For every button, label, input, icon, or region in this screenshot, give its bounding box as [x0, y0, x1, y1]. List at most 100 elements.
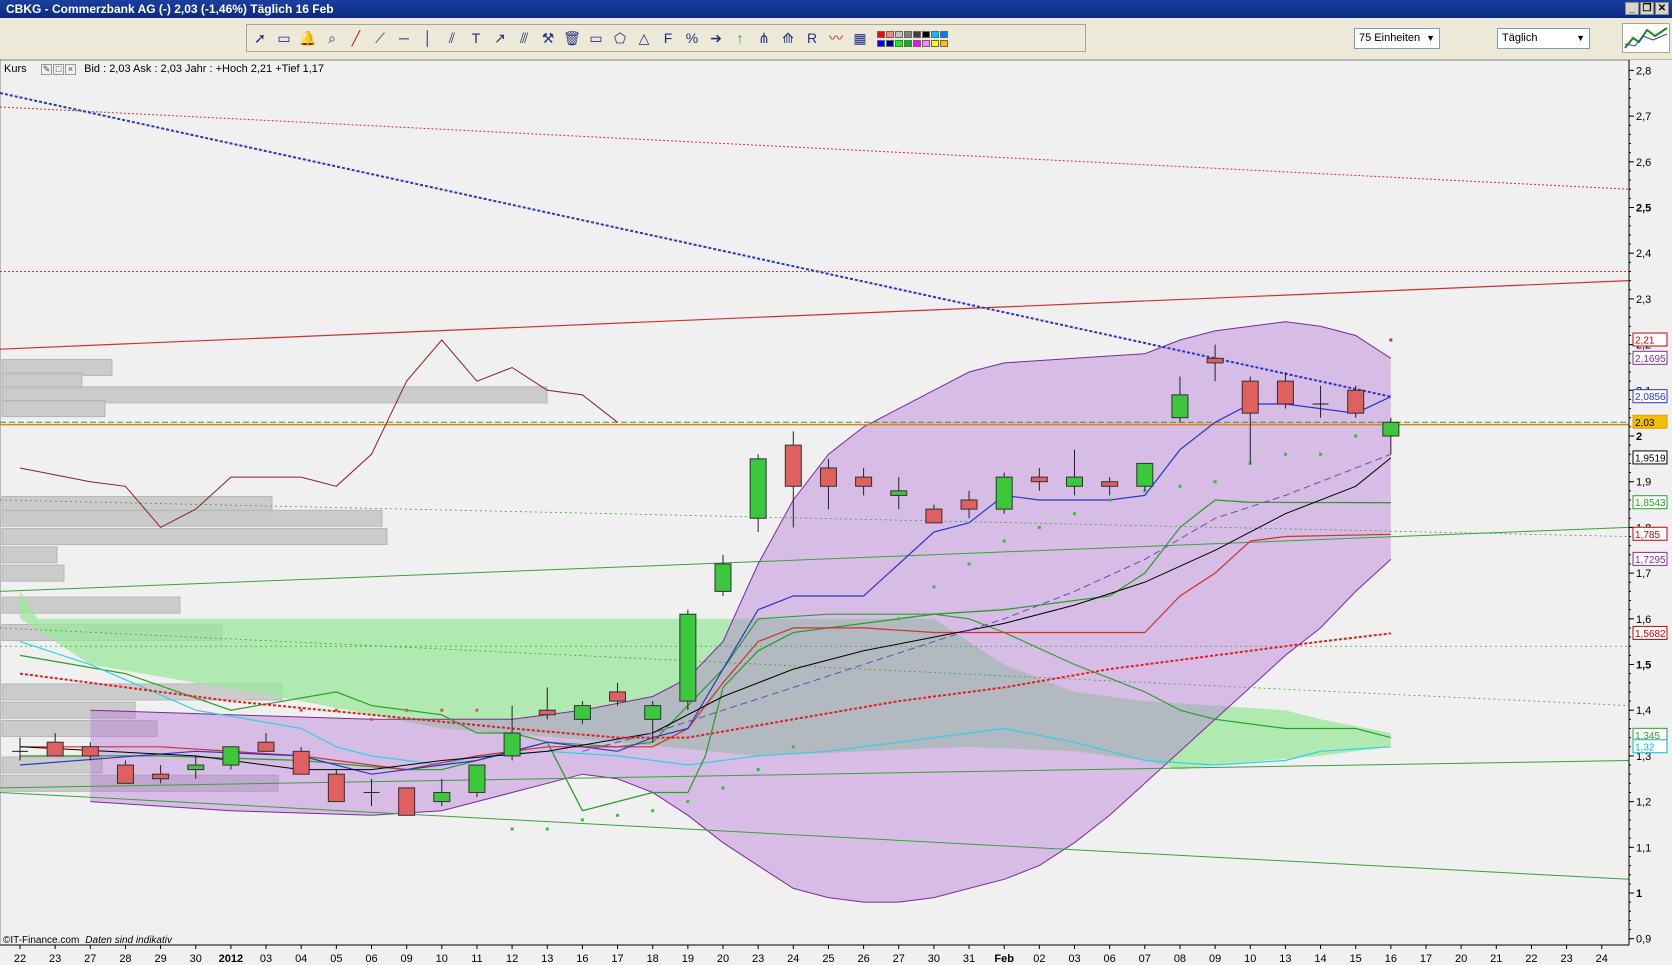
polygon-icon[interactable]: ⬠ [609, 28, 631, 48]
date-tick-label: 11 [471, 953, 482, 965]
parabolic-sar-dot [1213, 480, 1217, 484]
text-icon[interactable]: T [465, 28, 487, 48]
color-swatch[interactable] [913, 31, 921, 38]
trendline-icon[interactable]: ╱ [345, 28, 367, 48]
candle-body [784, 444, 802, 487]
trash-icon[interactable]: 🗑 [561, 28, 583, 48]
parabolic-sar-dot [1178, 484, 1182, 488]
alarm-bell-icon[interactable]: 🔔 [297, 28, 319, 48]
volume-profile-bar [1, 564, 65, 582]
candle [398, 787, 416, 816]
color-swatch[interactable] [904, 31, 912, 38]
channel-icon[interactable]: ⫽ [441, 28, 463, 48]
price-tick-label: 1,1 [1636, 842, 1651, 854]
wrench-icon[interactable]: ✎ [41, 63, 53, 75]
chevron-down-icon: ▼ [1426, 33, 1435, 43]
candle-body [433, 791, 451, 803]
price-tick-label: 1,2 [1636, 797, 1651, 809]
restore-icon[interactable]: ❐ [1640, 2, 1654, 15]
candle-body [292, 750, 310, 775]
color-swatch[interactable] [940, 31, 948, 38]
color-swatch[interactable] [922, 40, 930, 47]
interval-select[interactable]: Täglich ▼ [1497, 28, 1590, 49]
parabolic-sar-dot [1283, 452, 1287, 456]
fork-icon[interactable]: ⋔ [753, 28, 775, 48]
price-marker-label: 2,21 [1635, 336, 1655, 347]
date-tick-label: 29 [154, 953, 166, 965]
zoom-icon[interactable]: ⌕ [321, 28, 343, 48]
date-tick-label: 06 [365, 953, 377, 965]
date-tick-label: 04 [295, 953, 307, 965]
color-swatch[interactable] [913, 40, 921, 47]
date-tick-label: 07 [1139, 953, 1151, 965]
candle-body [468, 764, 486, 793]
parabolic-sar-dot [299, 708, 303, 712]
candle-body [152, 773, 170, 780]
cursor-icon[interactable]: ➚ [249, 28, 271, 48]
indicator-icon[interactable]: 〰 [825, 28, 847, 48]
triangle-icon[interactable]: △ [633, 28, 655, 48]
parabolic-sar-dot [1037, 525, 1041, 529]
price-tick-label: 1,5 [1636, 660, 1651, 672]
close-icon[interactable]: ✕ [1655, 2, 1669, 15]
horizontal-line-icon[interactable]: ─ [393, 28, 415, 48]
parabolic-sar-dot [897, 617, 901, 621]
parallel-icon[interactable]: ⫻ [513, 28, 535, 48]
date-tick-label: 30 [928, 953, 940, 965]
candle-body [187, 764, 205, 771]
candle-body [1030, 476, 1048, 483]
date-tick-label: 2012 [219, 953, 243, 965]
arrow-right-icon[interactable]: ➔ [705, 28, 727, 48]
candle-body [1347, 389, 1365, 414]
arrow-line-icon[interactable]: ↗ [489, 28, 511, 48]
parabolic-sar-dot [651, 809, 655, 813]
price-chart[interactable]: 0,911,11,21,31,41,51,61,71,81,922,12,22,… [0, 60, 1672, 965]
parabolic-sar-dot [1354, 434, 1358, 438]
candle-body [749, 458, 767, 519]
fan-icon[interactable]: ⟰ [777, 28, 799, 48]
date-tick-label: 22 [14, 953, 26, 965]
vertical-line-icon[interactable]: │ [417, 28, 439, 48]
kurs-label: Kurs [4, 63, 27, 75]
color-swatch[interactable] [931, 40, 939, 47]
price-marker-label: 1,785 [1635, 530, 1660, 541]
color-swatch[interactable] [877, 40, 885, 47]
color-swatch[interactable] [886, 31, 894, 38]
minimize-icon[interactable]: _ [1625, 2, 1639, 15]
candle-body [609, 691, 627, 702]
color-swatch[interactable] [895, 40, 903, 47]
candle-body [327, 773, 345, 803]
color-swatch[interactable] [922, 31, 930, 38]
color-swatch[interactable] [895, 31, 903, 38]
candle-body [819, 467, 837, 487]
disclaimer: Daten sind indikativ [85, 935, 172, 946]
fibonacci-icon[interactable]: F [657, 28, 679, 48]
chart-type-icon[interactable]: ▦ [849, 28, 871, 48]
remove-icon[interactable]: × [65, 63, 77, 75]
price-tick-label: 0,9 [1636, 934, 1651, 946]
raff-icon[interactable]: R [801, 28, 823, 48]
chart-overview-button[interactable] [1622, 23, 1670, 53]
color-swatch[interactable] [940, 40, 948, 47]
parabolic-sar-dot [967, 562, 971, 566]
color-swatch[interactable] [904, 40, 912, 47]
date-tick-label: 12 [506, 953, 518, 965]
copy-icon[interactable]: □ [53, 63, 65, 75]
color-swatch[interactable] [886, 40, 894, 47]
date-tick-label: 03 [1068, 953, 1080, 965]
color-swatch[interactable] [877, 31, 885, 38]
color-swatch[interactable] [931, 31, 939, 38]
units-select[interactable]: 75 Einheiten ▼ [1354, 28, 1440, 49]
candle [1136, 462, 1154, 491]
tools-icon[interactable]: ⚒ [537, 28, 559, 48]
candle-body [855, 476, 873, 487]
date-tick-label: 31 [963, 953, 975, 965]
ruler-icon[interactable]: ▭ [273, 28, 295, 48]
arrow-up-icon[interactable]: ↑ [729, 28, 751, 48]
percent-icon[interactable]: % [681, 28, 703, 48]
date-tick-label: 25 [822, 953, 834, 965]
candle-body [714, 563, 732, 592]
rectangle-icon[interactable]: ▭ [585, 28, 607, 48]
candle [292, 746, 310, 775]
ray-icon[interactable]: ⟋ [369, 28, 391, 48]
